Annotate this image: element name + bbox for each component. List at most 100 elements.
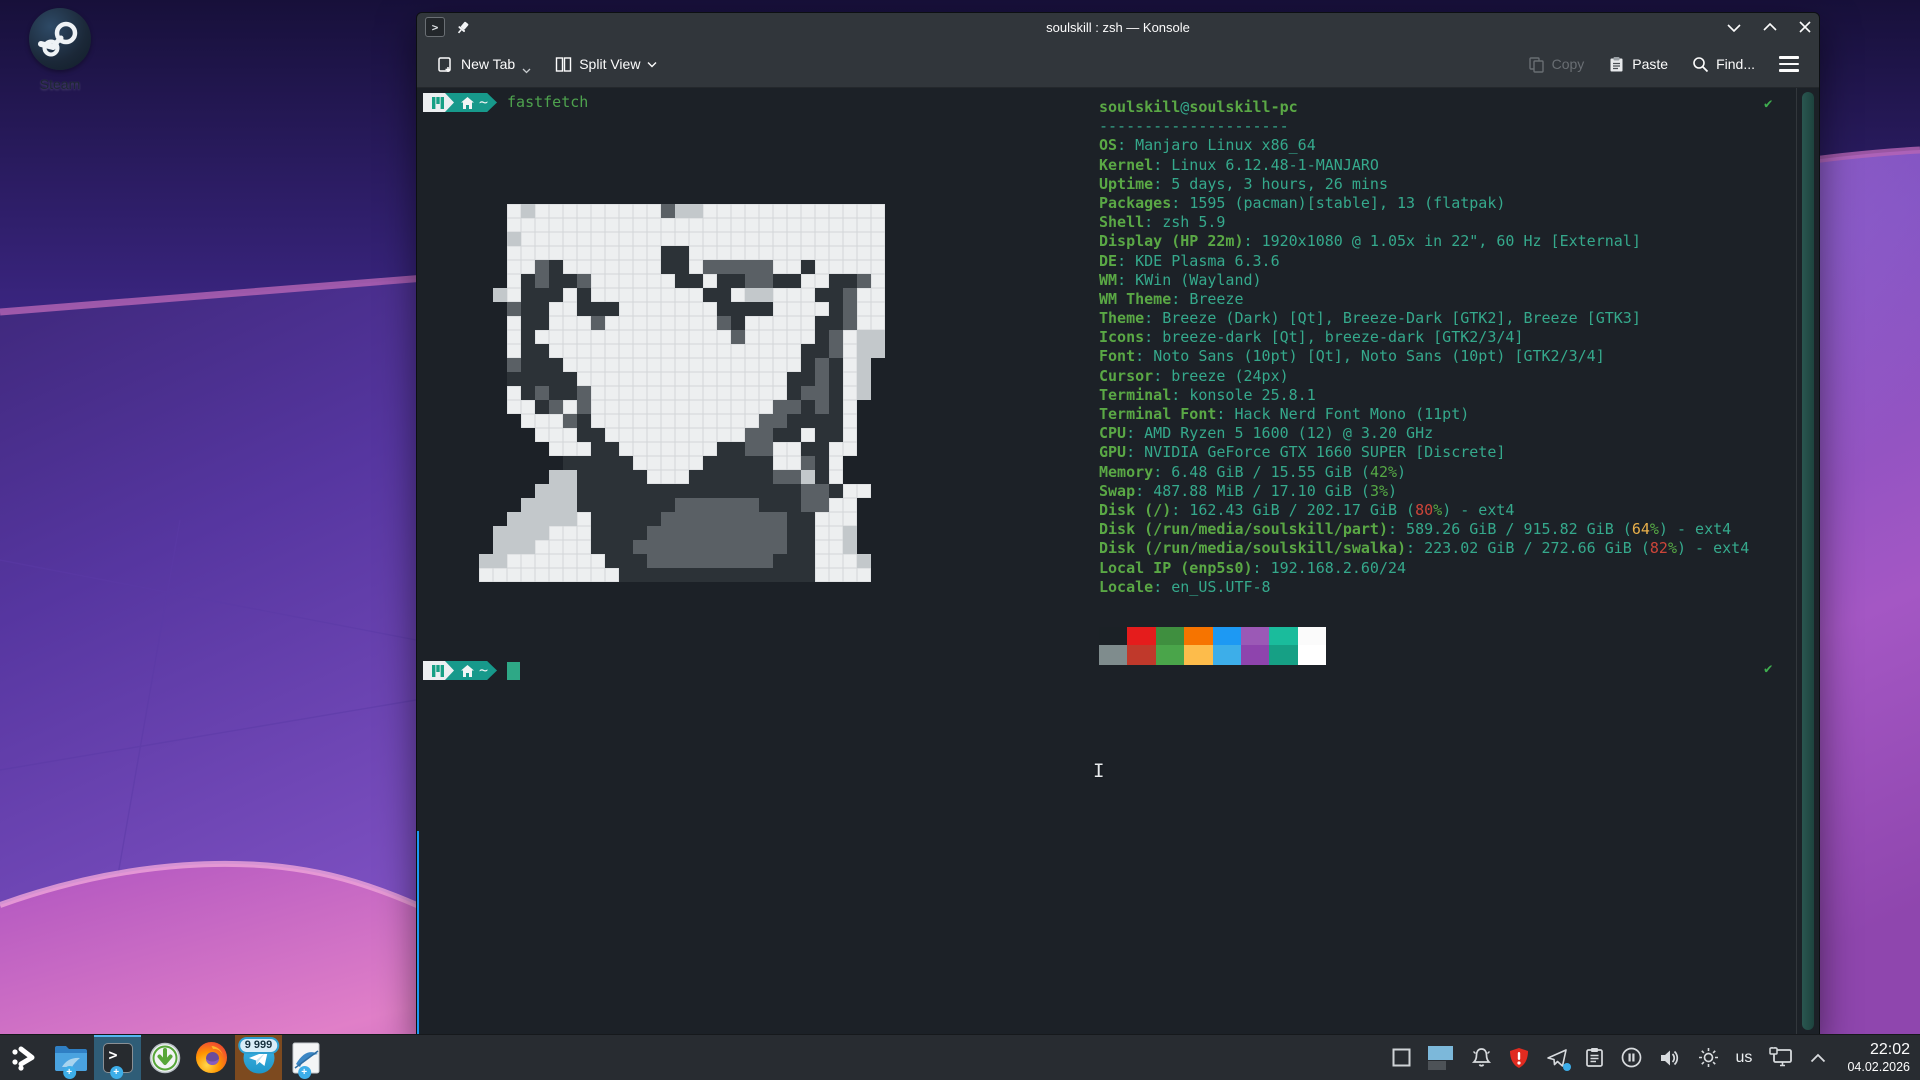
task-editor[interactable]: + — [282, 1035, 329, 1080]
copy-button[interactable]: Copy — [1518, 49, 1595, 80]
security-alert-shield-icon[interactable] — [1509, 1047, 1529, 1069]
chevron-down-icon — [647, 61, 657, 68]
plasma-launcher-icon — [9, 1043, 39, 1073]
task-dolphin[interactable]: + — [47, 1035, 94, 1080]
split-view-icon — [555, 56, 572, 73]
fastfetch-output: soulskill@soulskill-pc------------------… — [1099, 98, 1749, 597]
terminal-output-line: Disk (/run/media/soulskill/swalka): 223.… — [1099, 539, 1749, 558]
terminal-output-line: WM: KWin (Wayland) — [1099, 271, 1749, 290]
terminal-output-line: Kernel: Linux 6.12.48-1-MANJARO — [1099, 156, 1749, 175]
volume-icon[interactable] — [1659, 1048, 1681, 1068]
terminal-output-line: Icons: breeze-dark [Qt], breeze-dark [GT… — [1099, 328, 1749, 347]
terminal-output-line: Cursor: breeze (24px) — [1099, 367, 1749, 386]
scrollbar[interactable] — [1796, 88, 1819, 1036]
chevron-down-icon — [522, 68, 531, 74]
palette-swatch — [1184, 645, 1212, 665]
palette-swatch — [1298, 627, 1326, 645]
titlebar[interactable]: > soulskill : zsh — Konsole — [417, 13, 1819, 41]
palette-swatch — [1099, 645, 1127, 665]
digital-clock[interactable]: 22:02 04.02.2026 — [1847, 1041, 1910, 1074]
firefox-icon — [195, 1041, 228, 1074]
minimize-button[interactable] — [1727, 23, 1741, 32]
running-badge: + — [63, 1066, 76, 1079]
application-launcher-button[interactable] — [0, 1035, 47, 1080]
split-view-button[interactable]: Split View — [545, 49, 667, 80]
steam-icon — [29, 8, 91, 70]
paste-icon — [1608, 56, 1625, 73]
telegram-notification-dot — [1563, 1063, 1571, 1071]
terminal-output-line: Theme: Breeze (Dark) [Qt], Breeze-Dark [… — [1099, 309, 1749, 328]
clipboard-icon[interactable] — [1585, 1047, 1604, 1068]
steam-label: Steam — [40, 76, 80, 92]
maximize-button[interactable] — [1763, 23, 1777, 32]
show-desktop-icon[interactable] — [1392, 1048, 1411, 1067]
home-icon — [461, 97, 474, 109]
scrollbar-handle[interactable] — [1802, 92, 1814, 1030]
network-icon[interactable] — [1769, 1047, 1793, 1068]
terminal-output-line: Locale: en_US.UTF-8 — [1099, 578, 1749, 597]
terminal-output-line: Shell: zsh 5.9 — [1099, 213, 1749, 232]
terminal-output-line: Disk (/): 162.43 GiB / 202.17 GiB (80%) … — [1099, 501, 1749, 520]
desktop: Steam > soulskill : zsh — Konsole New Ta… — [0, 0, 1920, 1080]
home-icon — [461, 665, 474, 677]
pin-icon[interactable] — [455, 20, 470, 35]
task-firefox[interactable] — [188, 1035, 235, 1080]
update-download-icon — [149, 1042, 181, 1074]
prompt-line-2: ~ — [423, 661, 520, 680]
palette-swatch — [1127, 645, 1155, 665]
paste-button[interactable]: Paste — [1598, 49, 1678, 80]
terminal-palette-top — [1099, 627, 1326, 645]
terminal-palette-bottom — [1099, 645, 1326, 665]
system-tray: us 22:02 04.02.2026 — [1392, 1035, 1920, 1080]
window-edge-highlight — [417, 831, 419, 1036]
task-telegram[interactable]: 9 999 — [235, 1035, 282, 1080]
terminal-output-line: Terminal Font: Hack Nerd Font Mono (11pt… — [1099, 405, 1749, 424]
close-button[interactable] — [1799, 21, 1811, 33]
terminal-output-line: OS: Manjaro Linux x86_64 — [1099, 136, 1749, 155]
brightness-icon[interactable] — [1698, 1047, 1719, 1068]
task-konsole-active[interactable]: > + — [94, 1035, 141, 1080]
fastfetch-ascii-art — [479, 204, 913, 582]
terminal-output-line: Swap: 487.88 MiB / 17.10 GiB (3%) — [1099, 482, 1749, 501]
running-badge: + — [298, 1066, 311, 1079]
toolbar: New Tab Split View Copy Paste Find... — [417, 41, 1819, 88]
terminal-output-line: CPU: AMD Ryzen 5 1600 (12) @ 3.20 GHz — [1099, 424, 1749, 443]
palette-swatch — [1156, 645, 1184, 665]
palette-swatch — [1269, 627, 1297, 645]
menu-button[interactable] — [1769, 50, 1809, 78]
ibeam-mouse-cursor: I — [1093, 762, 1104, 781]
terminal-output-line: Packages: 1595 (pacman)[stable], 13 (fla… — [1099, 194, 1749, 213]
task-updates[interactable] — [141, 1035, 188, 1080]
terminal-output-line: soulskill@soulskill-pc — [1099, 98, 1749, 117]
telegram-tray-icon[interactable] — [1546, 1047, 1568, 1069]
terminal-output-line: DE: KDE Plasma 6.3.6 — [1099, 252, 1749, 271]
virtual-desktop-pager[interactable] — [1428, 1045, 1454, 1071]
steam-desktop-icon[interactable]: Steam — [14, 8, 106, 104]
palette-swatch — [1156, 627, 1184, 645]
terminal-output-line: GPU: NVIDIA GeForce GTX 1660 SUPER [Disc… — [1099, 443, 1749, 462]
new-tab-button[interactable]: New Tab — [427, 49, 541, 80]
prompt-line-1: ~ fastfetch — [423, 93, 588, 112]
notifications-bell-icon[interactable] — [1471, 1047, 1492, 1068]
terminal-output-line: Memory: 6.48 GiB / 15.55 GiB (42%) — [1099, 463, 1749, 482]
konsole-window: > soulskill : zsh — Konsole New Tab Spli… — [416, 12, 1820, 1037]
terminal-view[interactable]: ~ fastfetch ✔ soulskill@soulskill-pc----… — [417, 88, 1819, 1036]
terminal-output-line: Local IP (enp5s0): 192.168.2.60/24 — [1099, 559, 1749, 578]
manjaro-icon — [432, 97, 444, 109]
terminal-output-line: Font: Noto Sans (10pt) [Qt], Noto Sans (… — [1099, 347, 1749, 366]
tray-expander-chevron-up-icon[interactable] — [1810, 1053, 1826, 1063]
copy-icon — [1528, 56, 1545, 73]
palette-swatch — [1127, 627, 1155, 645]
command-text: fastfetch — [507, 93, 588, 112]
window-title: soulskill : zsh — Konsole — [417, 20, 1819, 35]
palette-swatch — [1241, 645, 1269, 665]
keyboard-layout-indicator[interactable]: us — [1736, 1049, 1753, 1067]
new-tab-icon — [437, 56, 454, 73]
media-pause-icon[interactable] — [1621, 1047, 1642, 1068]
palette-swatch — [1298, 645, 1326, 665]
palette-swatch — [1184, 627, 1212, 645]
find-button[interactable]: Find... — [1682, 49, 1765, 80]
terminal-output-line: WM Theme: Breeze — [1099, 290, 1749, 309]
running-badge: + — [110, 1066, 123, 1079]
clock-time: 22:02 — [1847, 1041, 1910, 1059]
